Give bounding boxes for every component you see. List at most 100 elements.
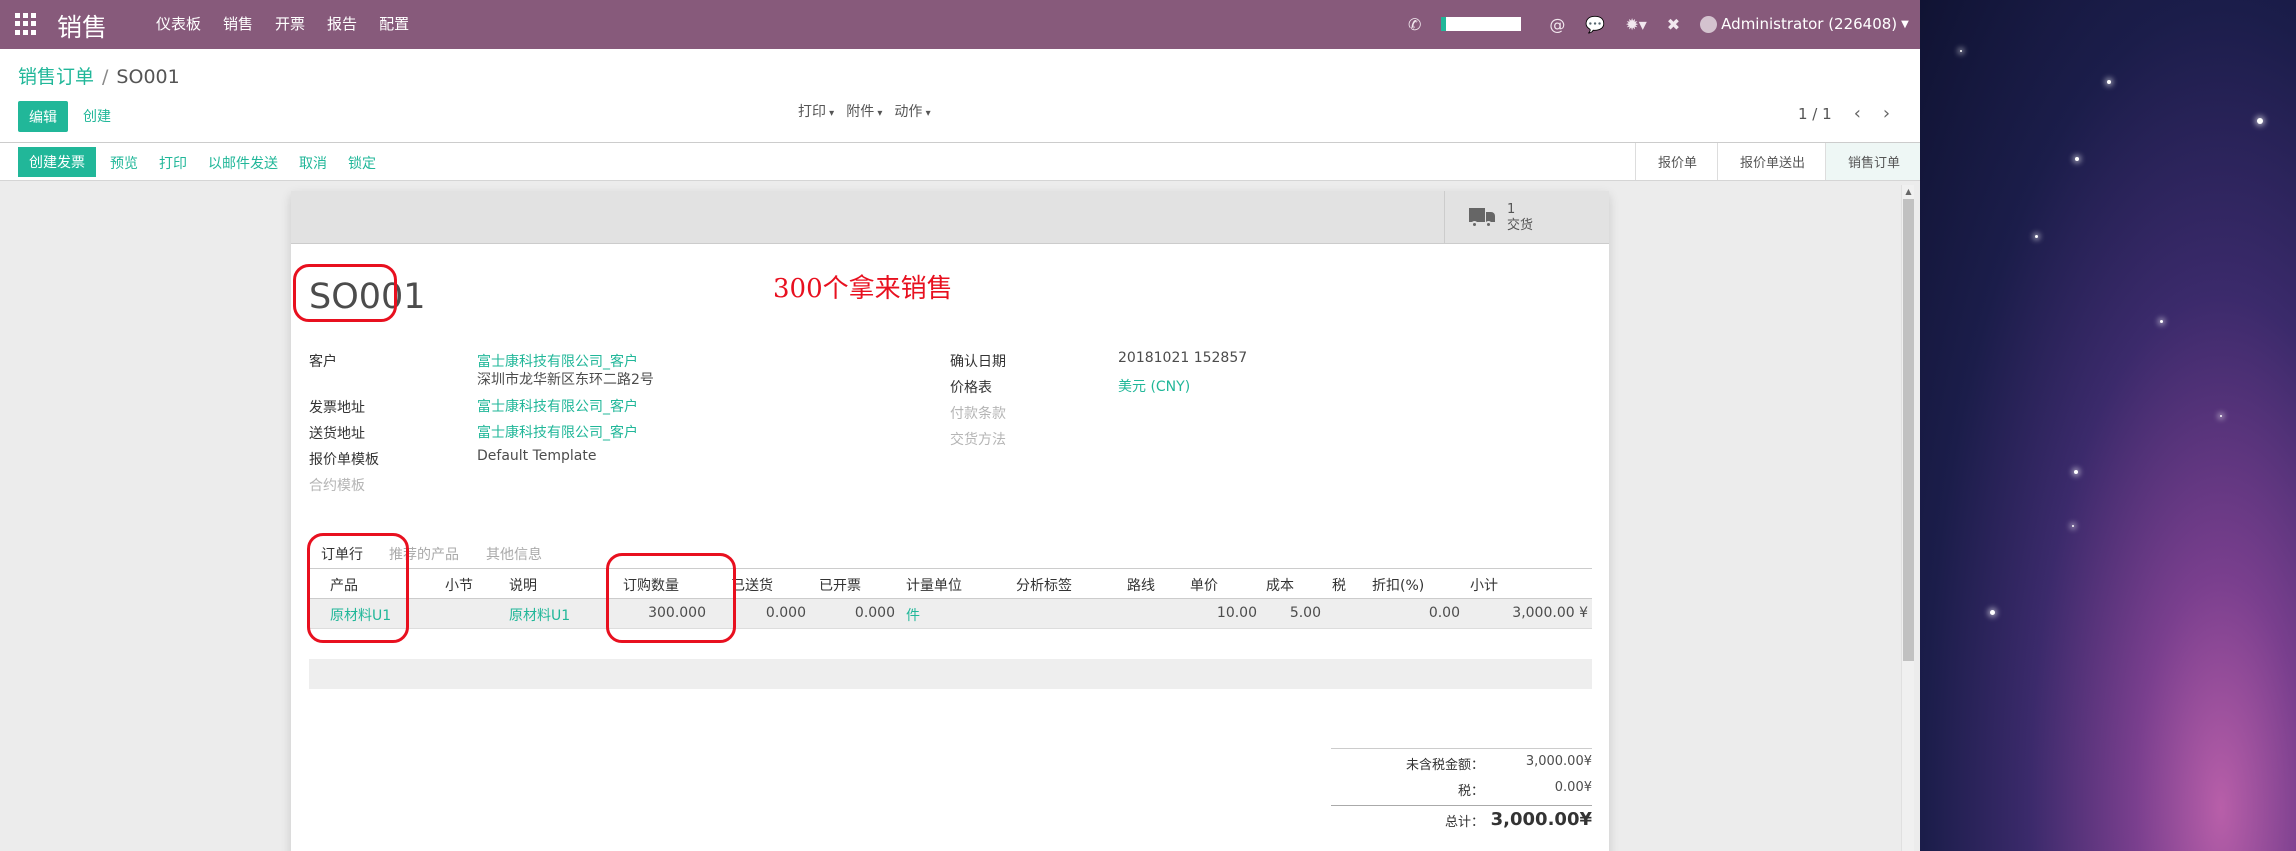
contract-template-label: 合约模板	[309, 478, 365, 494]
header-actions: 预览 打印 以邮件发送 取消 锁定	[110, 153, 397, 173]
chevron-left-icon[interactable]: ‹	[1854, 103, 1861, 124]
create-button[interactable]: 创建	[83, 106, 111, 126]
col-invoiced[interactable]: 已开票	[819, 575, 861, 595]
button-box: 1 交货	[291, 191, 1609, 244]
row-unit-price: 10.00	[1216, 605, 1257, 621]
tab-other-info[interactable]: 其他信息	[486, 544, 542, 564]
apps-grid-icon[interactable]	[15, 13, 37, 35]
col-cost[interactable]: 成本	[1266, 575, 1294, 595]
attachment-dropdown[interactable]: 附件	[846, 101, 882, 121]
customer-label: 客户	[309, 354, 337, 370]
print-button[interactable]: 打印	[159, 153, 187, 173]
breadcrumb-current: SO001	[116, 66, 180, 88]
form-status-header: 创建发票 预览 打印 以邮件发送 取消 锁定 报价单 报价单送出 销售订单	[0, 143, 1920, 181]
send-email-button[interactable]: 以邮件发送	[208, 153, 278, 173]
tools-icon[interactable]: ✖	[1667, 15, 1680, 34]
preview-button[interactable]: 预览	[110, 153, 138, 173]
scrollbar-thumb[interactable]	[1903, 199, 1914, 661]
invoice-address-link[interactable]: 富士康科技有限公司_客户	[477, 396, 638, 416]
pricelist-link[interactable]: 美元 (CNY)	[1118, 376, 1190, 396]
annotation-circle-name	[293, 264, 397, 322]
user-name: Administrator (226408)	[1721, 15, 1898, 33]
vertical-scrollbar[interactable]: ▲	[1901, 185, 1914, 851]
col-analytic-tags[interactable]: 分析标签	[1016, 575, 1072, 595]
print-dropdown[interactable]: 打印	[798, 101, 834, 121]
main-menu: 仪表板 销售 开票 报告 配置	[156, 13, 431, 34]
chevron-right-icon[interactable]: ›	[1883, 103, 1890, 124]
customer-link[interactable]: 富士康科技有限公司_客户	[477, 351, 638, 371]
star	[2072, 525, 2074, 527]
menu-dashboard[interactable]: 仪表板	[156, 13, 201, 34]
star	[2075, 157, 2079, 161]
breadcrumb-separator: /	[102, 66, 109, 88]
pricelist-label: 价格表	[950, 380, 992, 396]
col-unit-price[interactable]: 单价	[1190, 575, 1218, 595]
col-description[interactable]: 说明	[509, 575, 537, 595]
delivery-smart-button[interactable]: 1 交货	[1444, 191, 1609, 244]
confirm-date-value: 20181021 152857	[1118, 350, 1248, 366]
form-content: 1 交货 SO001 300个拿来销售 客户 富士康科技有限公司_客户 深圳市龙…	[0, 181, 1920, 851]
stage-quotation[interactable]: 报价单	[1634, 143, 1717, 180]
col-subtotal[interactable]: 小计	[1470, 575, 1498, 595]
lock-button[interactable]: 锁定	[348, 153, 376, 173]
phone-icon[interactable]: ✆	[1408, 15, 1421, 34]
star	[1960, 50, 1962, 52]
star	[1990, 610, 1995, 615]
star	[2257, 118, 2263, 124]
col-uom[interactable]: 计量单位	[906, 575, 962, 595]
totals-block: 未含税金额： 3,000.00¥ 税： 0.00¥ 总计： 3,000.00¥	[1331, 748, 1592, 835]
total-label: 总计：	[1444, 815, 1484, 830]
edit-button[interactable]: 编辑	[18, 101, 68, 132]
star	[2160, 320, 2163, 323]
star	[2107, 80, 2111, 84]
breadcrumb: 销售订单 / SO001	[18, 62, 180, 89]
top-navbar: 销售 仪表板 销售 开票 报告 配置 ✆ @ 💬 ✹▾ ✖ Administra…	[0, 0, 1920, 49]
desktop-wallpaper	[1920, 0, 2296, 851]
notebook-tabs: 订单行 推荐的产品 其他信息	[309, 539, 1592, 569]
col-discount[interactable]: 折扣(%)	[1372, 575, 1424, 595]
row-discount: 0.00	[1428, 605, 1460, 621]
delivery-address-label: 送货地址	[309, 426, 365, 442]
quote-template-label: 报价单模板	[309, 452, 379, 468]
invoice-address-label: 发票地址	[309, 400, 365, 416]
stage-sales-order[interactable]: 销售订单	[1824, 143, 1920, 180]
col-delivered[interactable]: 已送货	[731, 575, 773, 595]
breadcrumb-parent[interactable]: 销售订单	[18, 66, 94, 88]
cancel-button[interactable]: 取消	[299, 153, 327, 173]
quote-template-value[interactable]: Default Template	[477, 448, 597, 464]
stage-quotation-sent[interactable]: 报价单送出	[1716, 143, 1825, 180]
tax-amount: 0.00¥	[1554, 780, 1592, 795]
col-section[interactable]: 小节	[445, 575, 473, 595]
row-description: 原材料U1	[509, 608, 571, 624]
add-line-row[interactable]	[309, 659, 1592, 689]
delivery-address-link[interactable]: 富士康科技有限公司_客户	[477, 422, 638, 442]
row-uom: 件	[906, 608, 920, 624]
tax-label: 税：	[1457, 784, 1484, 799]
menu-reporting[interactable]: 报告	[327, 13, 357, 34]
pager-value[interactable]: 1 / 1	[1798, 105, 1832, 123]
annotation-text: 300个拿来销售	[773, 274, 953, 304]
create-invoice-button[interactable]: 创建发票	[18, 147, 96, 177]
menu-invoicing[interactable]: 开票	[275, 13, 305, 34]
action-dropdown[interactable]: 动作	[894, 101, 930, 121]
app-title: 销售	[57, 13, 108, 42]
col-tax[interactable]: 税	[1332, 575, 1346, 595]
user-menu[interactable]: Administrator (226408) ▼	[1700, 15, 1909, 33]
col-route[interactable]: 路线	[1127, 575, 1155, 595]
truck-icon	[1469, 207, 1495, 228]
avatar	[1700, 15, 1718, 33]
bug-icon[interactable]: ✹▾	[1625, 15, 1646, 34]
confirm-date-label: 确认日期	[950, 354, 1006, 370]
chat-icon[interactable]: 💬	[1585, 15, 1605, 34]
star	[2220, 415, 2222, 417]
delivery-count: 1	[1507, 201, 1516, 217]
menu-configuration[interactable]: 配置	[379, 13, 409, 34]
star	[2035, 235, 2038, 238]
annotation-circle-qty	[606, 553, 736, 643]
scroll-up-icon[interactable]: ▲	[1903, 187, 1914, 196]
table-row[interactable]: 原材料U1 原材料U1 300.000 0.000 0.000 件 10.00 …	[309, 599, 1592, 629]
menu-sales[interactable]: 销售	[223, 13, 253, 34]
at-icon[interactable]: @	[1549, 15, 1565, 34]
progress-indicator	[1441, 17, 1522, 31]
total-amount: 3,000.00¥	[1490, 809, 1592, 830]
